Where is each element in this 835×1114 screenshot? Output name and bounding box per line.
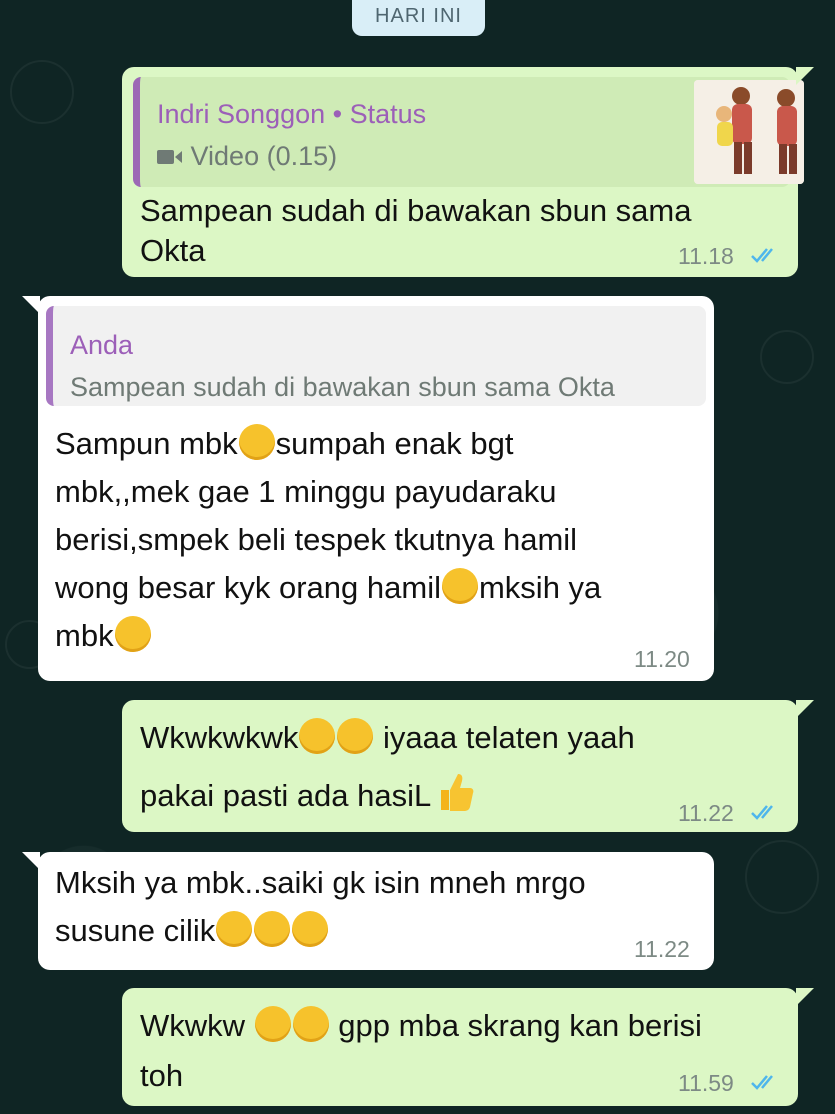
message-text: Sampun mbk sumpah enak bgt mbk,,mek gae 1… [55,424,602,653]
thumbs-up-emoji [435,770,475,814]
message-time: 11.18 [678,243,734,269]
quoted-message[interactable]: Anda Sampean sudah di bawakan sbun sama … [46,306,706,406]
quoted-media-label: Video (0.15) [157,141,337,172]
read-receipt-icon [751,248,773,263]
message-bubble-incoming[interactable]: Mksih ya mbk..saiki gk isin mneh mrgo su… [22,852,714,970]
rolling-on-floor-laughing-emoji [254,911,291,947]
date-separator: HARI INI [352,0,485,36]
read-receipt-icon [751,805,773,820]
message-bubble-outgoing[interactable]: Wkwkw gpp mba skrang kan berisi toh 11.5… [122,988,814,1106]
smiling-face-emoji [299,718,336,754]
heart-eyes-emoji [114,616,151,652]
message-time: 11.59 [678,1070,734,1096]
message-bubble-outgoing[interactable]: Wkwkwkwk iyaaa telaten yaah pakai pasti … [122,700,814,832]
grinning-face-emoji [238,424,275,460]
message-bubble-incoming[interactable]: Anda Sampean sudah di bawakan sbun sama … [22,296,714,681]
smiling-face-emoji [337,718,374,754]
quoted-status[interactable]: Indri Songgon • Status Video (0.15) [133,77,804,187]
quoted-sender: Anda [70,330,134,360]
message-bubble-outgoing[interactable]: Indri Songgon • Status Video (0.15) Samp… [122,67,814,277]
face-with-hand-over-mouth-emoji [441,568,478,604]
read-receipt-icon [751,1075,773,1090]
smiling-face-emoji [292,1006,329,1042]
message-text: Wkwkwkwk iyaaa telaten yaah pakai pasti … [140,718,635,814]
message-text: Mksih ya mbk..saiki gk isin mneh mrgo su… [55,865,586,948]
message-text: Sampean sudah di bawakan sbun sama Okta [140,193,692,268]
message-text: Wkwkw gpp mba skrang kan berisi toh [140,1006,702,1093]
message-time: 11.20 [634,646,690,672]
quoted-sender: Indri Songgon • Status [157,99,427,129]
quoted-text: Sampean sudah di bawakan sbun sama Okta [70,372,615,402]
status-video-thumbnail[interactable] [694,80,804,184]
rolling-on-floor-laughing-emoji [292,911,329,947]
face-with-hand-over-mouth-emoji [216,911,253,947]
smiling-face-emoji [254,1006,291,1042]
video-camera-icon [157,143,183,164]
message-time: 11.22 [678,800,734,826]
message-time: 11.22 [634,936,690,962]
